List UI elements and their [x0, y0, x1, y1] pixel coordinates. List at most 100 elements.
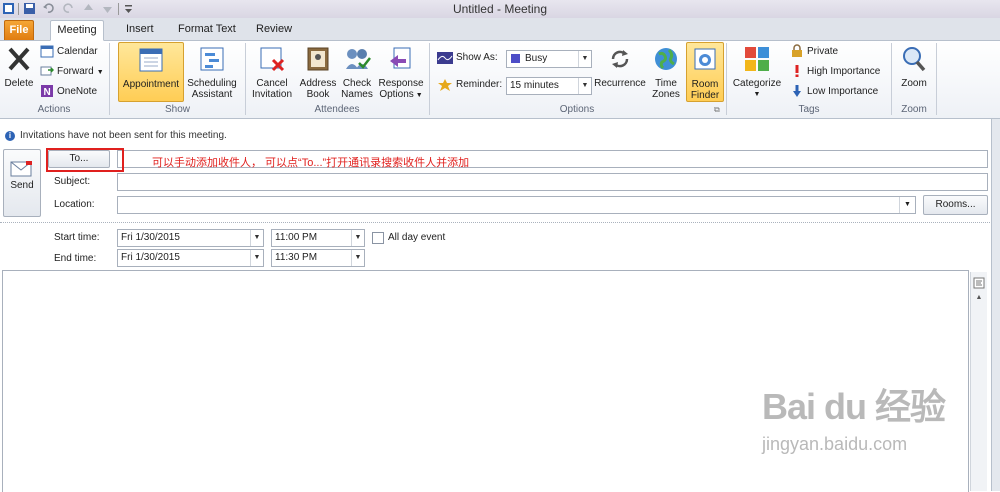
response-label-1: Response [378, 78, 424, 89]
rooms-button[interactable]: Rooms... [923, 195, 988, 215]
tab-meeting[interactable]: Meeting [50, 20, 104, 41]
show-as-icon [437, 52, 453, 64]
chevron-down-icon: ▼ [578, 78, 591, 94]
dialog-launcher-icon[interactable]: ⧉ [714, 105, 720, 115]
chevron-down-icon[interactable]: ▼ [250, 230, 263, 246]
calendar-button[interactable]: Calendar [40, 43, 98, 61]
end-time-value: 11:30 PM [275, 252, 318, 263]
show-as-value: Busy [525, 53, 548, 64]
check-label-1: Check [342, 78, 372, 89]
appointment-button[interactable]: Appointment [118, 42, 184, 102]
chevron-down-icon[interactable]: ▼ [250, 250, 263, 266]
high-importance-label: High Importance [807, 66, 881, 77]
forward-icon [40, 66, 54, 76]
window-scrollbar[interactable] [991, 119, 1000, 491]
all-day-label: All day event [388, 232, 446, 243]
calendar-label: Calendar [57, 46, 98, 57]
room-finder-icon [694, 48, 716, 70]
roomfinder-label-2: Finder [690, 90, 720, 101]
globe-icon [655, 48, 677, 70]
delete-button[interactable]: Delete [2, 45, 36, 89]
address-book-icon [307, 47, 329, 71]
cancel-invitation-icon [260, 47, 285, 72]
start-time-field[interactable]: 11:00 PM ▼ [271, 229, 365, 247]
info-icon: i [5, 131, 15, 141]
location-label: Location: [54, 199, 95, 210]
low-importance-button[interactable]: Low Importance [790, 83, 878, 101]
check-label-2: Names [341, 89, 373, 100]
watermark: Bai du 经验 jingyan.baidu.com [762, 378, 962, 478]
subject-label: Subject: [54, 176, 91, 187]
subject-field[interactable] [117, 173, 988, 191]
window-title: Untitled - Meeting [452, 2, 548, 16]
time-zones-button[interactable]: Time Zones [650, 45, 682, 100]
scroll-up-icon[interactable]: ▲ [973, 294, 985, 304]
end-date-field[interactable]: Fri 1/30/2015 ▼ [117, 249, 264, 267]
end-time-field[interactable]: 11:30 PM ▼ [271, 249, 365, 267]
ruler-icon[interactable] [973, 277, 985, 289]
address-book-button[interactable]: Address Book [298, 45, 338, 100]
chevron-down-icon: ▼ [413, 92, 423, 99]
all-day-checkbox[interactable] [372, 232, 384, 244]
info-bar-text: Invitations have not been sent for this … [20, 130, 227, 141]
response-options-button[interactable]: Response Options ▼ [376, 45, 426, 101]
recurrence-label: Recurrence [594, 78, 646, 89]
high-importance-icon [795, 65, 799, 78]
start-date-value: Fri 1/30/2015 [121, 232, 180, 243]
start-date-field[interactable]: Fri 1/30/2015 ▼ [117, 229, 264, 247]
body-scrollbar[interactable]: ▲ [970, 272, 987, 491]
delete-label: Delete [4, 78, 34, 89]
show-as-label: Show As: [456, 52, 498, 63]
send-icon [10, 161, 32, 177]
location-field[interactable]: ▼ [117, 196, 916, 214]
ribbon-tab-row: File Meeting Insert Format Text Review [0, 18, 1000, 41]
group-label-zoom: Zoom [901, 104, 927, 115]
highlight-box [46, 148, 124, 172]
cancel-label-2: Invitation [251, 89, 293, 100]
check-names-icon [346, 49, 371, 69]
show-as-select[interactable]: Busy ▼ [506, 50, 592, 68]
high-importance-button[interactable]: High Importance [790, 63, 880, 81]
group-separator [936, 43, 937, 115]
appointment-icon [139, 48, 163, 72]
appointment-label: Appointment [122, 79, 180, 90]
ribbon: Delete Calendar Forward ▼ N OneNote Action… [0, 41, 1000, 119]
reminder-select[interactable]: 15 minutes ▼ [506, 77, 592, 95]
scheduling-assistant-icon [200, 47, 224, 71]
private-button[interactable]: Private [790, 43, 838, 61]
private-label: Private [807, 46, 839, 57]
reminder-bell-icon [438, 79, 452, 91]
divider [0, 222, 990, 223]
tab-insert[interactable]: Insert [118, 20, 162, 39]
end-date-value: Fri 1/30/2015 [121, 252, 180, 263]
group-label-show: Show [164, 104, 190, 115]
tab-file[interactable]: File [4, 20, 34, 40]
roomfinder-label-1: Room [691, 79, 719, 90]
chevron-down-icon[interactable]: ▼ [351, 250, 364, 266]
categorize-button[interactable]: Categorize ▼ [730, 45, 784, 100]
categorize-icon [745, 47, 769, 71]
zoom-button[interactable]: Zoom [896, 45, 932, 89]
chevron-down-icon[interactable]: ▼ [899, 197, 915, 213]
onenote-button[interactable]: N OneNote [40, 83, 97, 101]
title-bar: Untitled - Meeting [0, 0, 1000, 19]
check-names-button[interactable]: Check Names [340, 45, 374, 100]
watermark-brand: Bai du 经验 [762, 386, 946, 427]
lock-icon [792, 44, 802, 58]
zoom-label: Zoom [901, 78, 927, 89]
chevron-down-icon: ▼ [578, 51, 591, 67]
scheduling-assistant-button[interactable]: Scheduling Assistant [184, 45, 240, 100]
recurrence-button[interactable]: Recurrence [594, 45, 646, 89]
forward-label: Forward [57, 66, 94, 77]
tab-review[interactable]: Review [248, 20, 300, 39]
group-label-options: Options [559, 104, 595, 115]
onenote-icon: N [41, 85, 53, 98]
cancel-invitation-button[interactable]: Cancel Invitation [248, 45, 296, 100]
chevron-down-icon[interactable]: ▼ [351, 230, 364, 246]
group-label-tags: Tags [798, 104, 820, 115]
forward-button[interactable]: Forward ▼ [40, 63, 104, 81]
timezones-label-1: Time [655, 78, 677, 89]
send-button[interactable]: Send [3, 149, 41, 217]
tab-format-text[interactable]: Format Text [170, 20, 244, 39]
room-finder-button[interactable]: Room Finder [686, 42, 724, 102]
